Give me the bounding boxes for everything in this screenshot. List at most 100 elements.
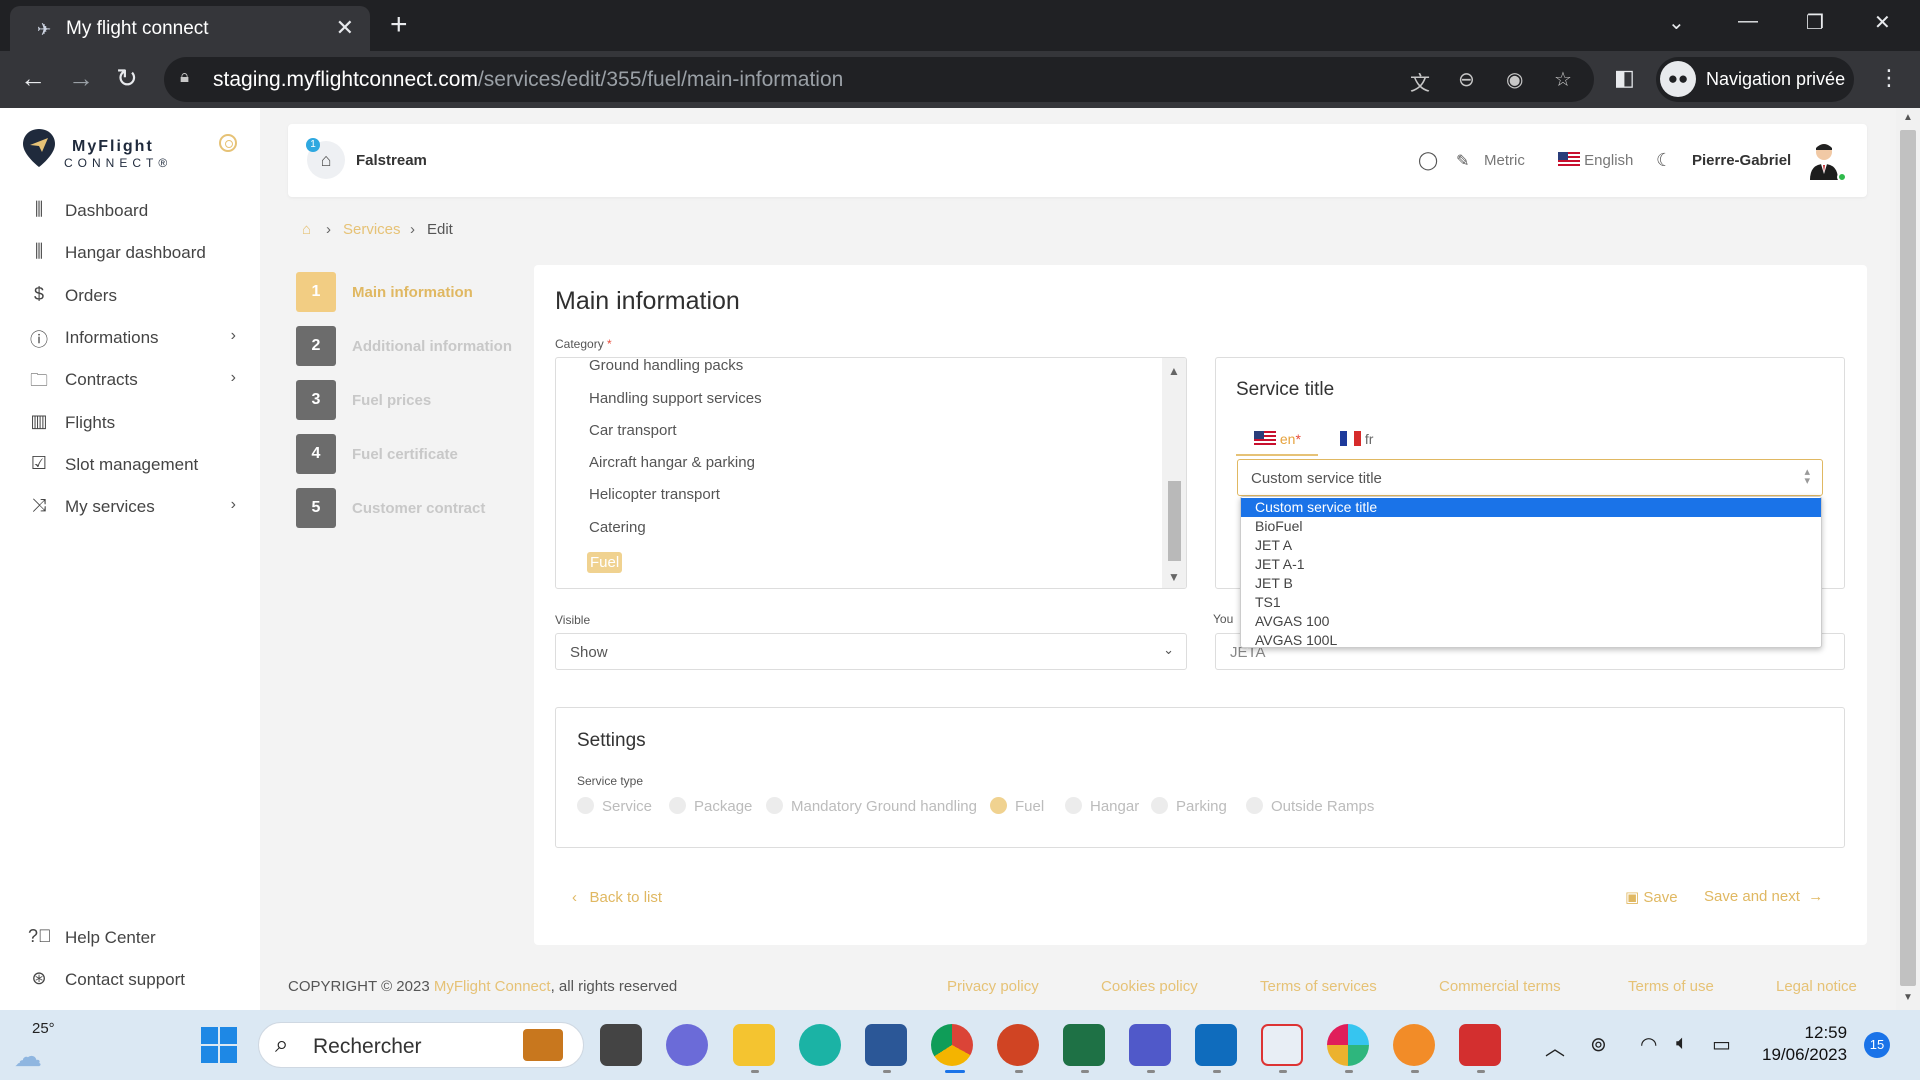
user-name[interactable]: Pierre-Gabriel	[1692, 152, 1791, 169]
language-selector[interactable]: English	[1558, 152, 1633, 169]
vpn-tray-icon[interactable]: ⊚	[1590, 1032, 1607, 1057]
radio-package[interactable]: Package	[669, 797, 752, 815]
tray-chevron-up-icon[interactable]: ︿	[1545, 1032, 1565, 1061]
zoom-icon[interactable]: ⊖	[1458, 67, 1475, 92]
minimize-button[interactable]: —	[1738, 10, 1758, 33]
reload-icon[interactable]: ↻	[116, 63, 138, 94]
task-view-icon[interactable]	[600, 1024, 642, 1066]
windows-start-icon[interactable]	[200, 1026, 238, 1064]
terms-of-use-link[interactable]: Terms of use	[1628, 978, 1714, 995]
sidepanel-icon[interactable]: ◧	[1614, 65, 1635, 91]
scroll-down-arrow-icon[interactable]: ▼	[1903, 992, 1913, 1003]
dropdown-option[interactable]: JET A-1	[1241, 555, 1821, 574]
scroll-thumb[interactable]	[1168, 481, 1181, 561]
category-scrollbar[interactable]: ▲ ▼	[1162, 358, 1186, 588]
radio-hangar[interactable]: Hangar	[1065, 797, 1139, 815]
volume-icon[interactable]: 🔈︎	[1676, 1032, 1688, 1055]
close-window-button[interactable]: ✕	[1874, 10, 1891, 35]
chat-icon[interactable]: ◯	[1418, 150, 1438, 171]
sidebar-item-help-center[interactable]: ?⃝ Help Center	[28, 924, 248, 954]
private-profile-button[interactable]: ●● Navigation privée	[1656, 57, 1854, 102]
browser-tab[interactable]: ✈ My flight connect ✕	[10, 6, 370, 51]
new-tab-button[interactable]: +	[390, 8, 408, 42]
radio-mandatory-ground-handling[interactable]: Mandatory Ground handling	[766, 797, 977, 815]
radio-service[interactable]: Service	[577, 797, 652, 815]
step-main-information[interactable]: 1 Main information	[296, 272, 526, 312]
save-button[interactable]: ▣ Save	[1625, 888, 1678, 906]
sidebar-item-contracts[interactable]: 🗀 Contracts ›	[28, 366, 248, 396]
step-fuel-prices[interactable]: 3 Fuel prices	[296, 380, 526, 420]
step-fuel-certificate[interactable]: 4 Fuel certificate	[296, 434, 526, 474]
acrobat-icon[interactable]	[1459, 1024, 1501, 1066]
edge-browser-icon[interactable]	[799, 1024, 841, 1066]
service-title-select[interactable]: Custom service title ▴ ▾	[1237, 459, 1823, 496]
page-scrollbar[interactable]: ▲ ▼	[1896, 108, 1920, 1010]
dropdown-option[interactable]: AVGAS 100	[1241, 612, 1821, 631]
category-option[interactable]: Aircraft hangar & parking	[589, 454, 755, 471]
restore-button[interactable]: ❐	[1806, 10, 1824, 35]
commercial-terms-link[interactable]: Commercial terms	[1439, 978, 1561, 995]
save-and-next-button[interactable]: Save and next →	[1704, 888, 1823, 905]
dark-mode-moon-icon[interactable]: ☾	[1656, 150, 1672, 171]
dropdown-option-selected[interactable]: Custom service title	[1241, 498, 1821, 517]
snipping-tool-icon[interactable]	[1261, 1024, 1303, 1066]
scroll-up-arrow-icon[interactable]: ▲	[1903, 112, 1913, 123]
privacy-policy-link[interactable]: Privacy policy	[947, 978, 1039, 995]
back-arrow-icon[interactable]: ←	[20, 63, 46, 94]
units-toggle[interactable]: Metric	[1484, 152, 1525, 169]
chat-app-icon[interactable]	[666, 1024, 708, 1066]
system-clock[interactable]: 12:59 19/06/2023	[1762, 1022, 1847, 1066]
sidebar-item-informations[interactable]: ⓘ Informations ›	[28, 324, 248, 354]
terms-of-services-link[interactable]: Terms of services	[1260, 978, 1377, 995]
excel-icon[interactable]	[1063, 1024, 1105, 1066]
lock-icon[interactable]: 🔒︎	[180, 67, 189, 87]
cookies-policy-link[interactable]: Cookies policy	[1101, 978, 1198, 995]
step-additional-information[interactable]: 2 Additional information	[296, 326, 526, 366]
sidebar-item-dashboard[interactable]: ⫼ Dashboard	[28, 197, 248, 227]
dropdown-option[interactable]: JET B	[1241, 574, 1821, 593]
address-bar[interactable]: 🔒︎ staging.myflightconnect.com/services/…	[164, 57, 1594, 102]
category-option[interactable]: Handling support services	[589, 390, 762, 407]
battery-icon[interactable]: ▭	[1712, 1032, 1731, 1057]
dropdown-option[interactable]: AVGAS 100L	[1241, 631, 1821, 647]
sidebar-item-orders[interactable]: $ Orders	[28, 282, 248, 312]
browser-menu-icon[interactable]: ⋮	[1878, 65, 1900, 91]
sidebar-item-slot-management[interactable]: ☑ Slot management	[28, 451, 248, 481]
tab-lang-fr[interactable]: fr	[1340, 431, 1373, 447]
forward-arrow-icon[interactable]: →	[68, 63, 94, 94]
page-scroll-thumb[interactable]	[1900, 130, 1916, 986]
word-icon[interactable]	[865, 1024, 907, 1066]
translate-icon[interactable]: 文	[1410, 67, 1430, 96]
wifi-icon[interactable]: ◠	[1640, 1032, 1657, 1057]
step-customer-contract[interactable]: 5 Customer contract	[296, 488, 526, 528]
sidebar-item-flights[interactable]: ▥ Flights	[28, 409, 248, 439]
category-option-selected[interactable]: Fuel	[587, 552, 623, 573]
teams-icon[interactable]	[1129, 1024, 1171, 1066]
powerpoint-icon[interactable]	[997, 1024, 1039, 1066]
back-to-list-button[interactable]: ‹ Back to list	[572, 889, 662, 906]
tab-search-icon[interactable]: ⌄	[1668, 10, 1685, 35]
dropdown-option[interactable]: TS1	[1241, 593, 1821, 612]
slack-icon[interactable]	[1327, 1024, 1369, 1066]
chrome-icon[interactable]	[931, 1024, 973, 1066]
category-option[interactable]: Car transport	[589, 422, 677, 439]
outlook-icon[interactable]	[1195, 1024, 1237, 1066]
vpn-app-icon[interactable]	[1393, 1024, 1435, 1066]
breadcrumb-home-icon[interactable]: ⌂	[302, 221, 311, 238]
category-option[interactable]: Helicopter transport	[589, 486, 720, 503]
category-option[interactable]: Catering	[589, 519, 646, 536]
radio-outside-ramps[interactable]: Outside Ramps	[1246, 797, 1374, 815]
sidebar-item-my-services[interactable]: ⤨ My services ›	[28, 493, 248, 523]
radio-fuel[interactable]: Fuel	[990, 797, 1044, 815]
scroll-up-arrow-icon[interactable]: ▲	[1168, 364, 1180, 378]
visible-select[interactable]: Show ⌄	[555, 633, 1187, 670]
bookmark-star-icon[interactable]: ☆	[1554, 67, 1572, 92]
radio-parking[interactable]: Parking	[1151, 797, 1227, 815]
category-listbox[interactable]: Ground handling packs Handling support s…	[555, 357, 1187, 589]
brand-link[interactable]: MyFlight Connect	[434, 978, 551, 995]
sidebar-item-contact-support[interactable]: ⊛ Contact support	[28, 966, 248, 996]
breadcrumb-services[interactable]: Services	[343, 221, 401, 238]
pencil-icon[interactable]: ✎	[1456, 151, 1469, 171]
taskbar-search[interactable]: ⌕ Rechercher	[258, 1022, 584, 1068]
dropdown-option[interactable]: JET A	[1241, 536, 1821, 555]
